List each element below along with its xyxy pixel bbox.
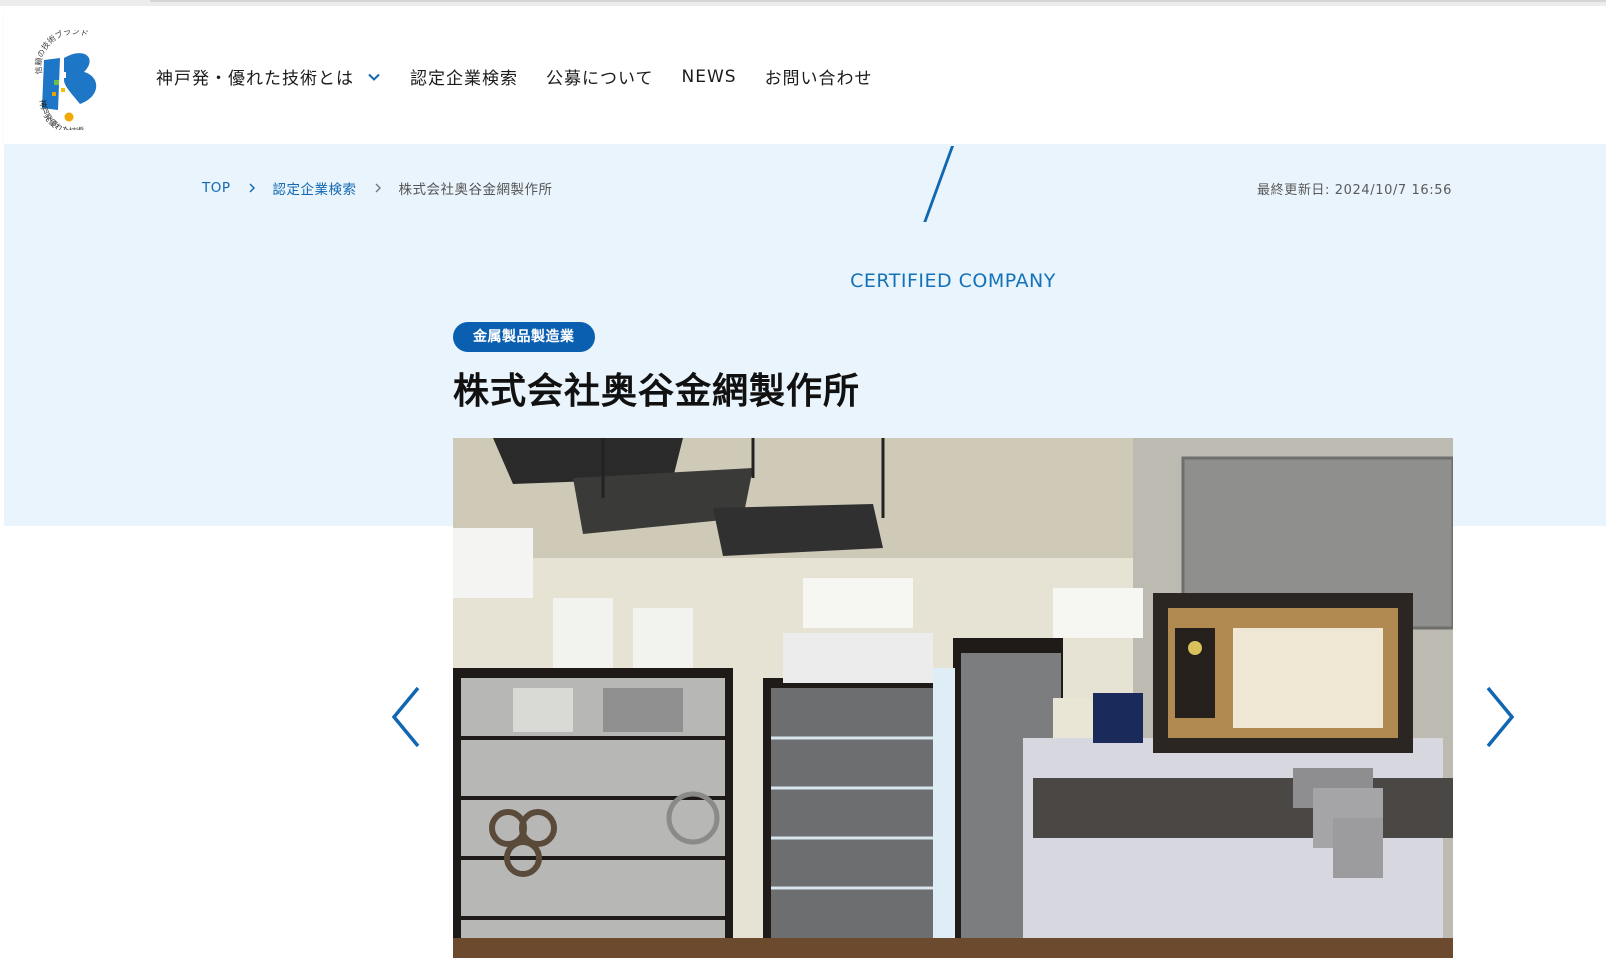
section-eyebrow: CERTIFIED COMPANY bbox=[850, 270, 1056, 292]
nav-application[interactable]: 公募について bbox=[546, 64, 654, 89]
breadcrumb-current: 株式会社奥谷金網製作所 bbox=[398, 182, 553, 198]
chevron-left-icon bbox=[391, 686, 420, 748]
svg-text:神戸発優れた技術: 神戸発優れた技術 bbox=[38, 99, 85, 130]
site-header: 信頼の技術ブランド 神戸発優れた技術 神戸発・優れた技術とは 認定企業検索 公募… bbox=[4, 6, 1606, 144]
nav-news[interactable]: NEWS bbox=[682, 67, 737, 87]
chevron-right-icon bbox=[249, 183, 255, 193]
site-logo[interactable]: 信頼の技術ブランド 神戸発優れた技術 bbox=[34, 30, 114, 130]
category-badge: 金属製品製造業 bbox=[453, 322, 595, 352]
chevron-right-icon bbox=[375, 183, 381, 193]
company-showroom-photo bbox=[453, 438, 1453, 958]
carousel-prev-button[interactable] bbox=[388, 684, 422, 750]
nav-contact[interactable]: お問い合わせ bbox=[765, 64, 873, 89]
nav-about-label: 神戸発・優れた技術とは bbox=[156, 69, 354, 89]
main-nav: 神戸発・優れた技術とは 認定企業検索 公募について NEWS お問い合わせ bbox=[156, 64, 901, 90]
chevron-down-icon bbox=[368, 73, 380, 81]
company-title: 株式会社奥谷金網製作所 bbox=[453, 371, 861, 412]
nav-company-search[interactable]: 認定企業検索 bbox=[410, 64, 518, 89]
last-updated: 最終更新日: 2024/10/7 16:56 bbox=[1257, 183, 1452, 198]
breadcrumb-search-link[interactable]: 認定企業検索 bbox=[273, 178, 357, 198]
chevron-right-icon bbox=[1486, 686, 1515, 748]
nav-about[interactable]: 神戸発・優れた技術とは bbox=[156, 64, 382, 89]
carousel-next-button[interactable] bbox=[1484, 684, 1518, 750]
breadcrumb-top-link[interactable]: TOP bbox=[202, 180, 231, 196]
breadcrumb: TOP 認定企業検索 株式会社奥谷金網製作所 bbox=[202, 178, 553, 198]
